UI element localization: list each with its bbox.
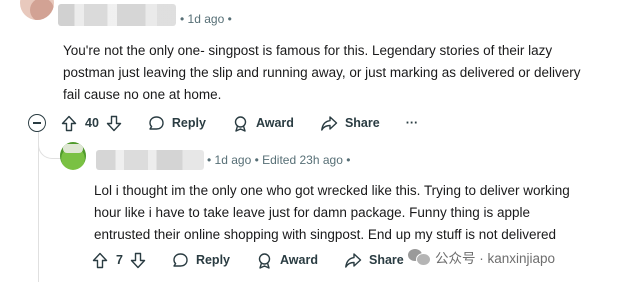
reply-label: Reply — [195, 253, 230, 267]
minus-icon — [33, 122, 41, 124]
reply-line: hour like i have to take leave just for … — [94, 205, 531, 220]
avatar[interactable] — [20, 0, 54, 20]
comment-meta: • 1d ago • — [180, 12, 232, 26]
blurred-username[interactable] — [96, 150, 204, 170]
collapse-thread-button[interactable] — [28, 114, 46, 132]
reply-label: Reply — [171, 116, 206, 130]
award-icon — [258, 252, 271, 269]
comment-line: fail cause no one at home. — [63, 87, 222, 102]
share-button[interactable]: Share — [344, 252, 404, 269]
vote-count: 7 — [116, 253, 123, 267]
reply-meta: • 1d ago • Edited 23h ago • — [207, 153, 351, 167]
wechat-icon — [408, 248, 431, 266]
comment-body: You're not the only one- singpost is fam… — [63, 40, 581, 106]
comment-time: 1d ago — [187, 12, 225, 26]
upvote-arrow-icon — [61, 115, 77, 131]
reply-time: 1d ago — [214, 153, 252, 167]
upvote-button[interactable] — [61, 115, 77, 132]
award-label: Award — [280, 253, 318, 267]
thread-connector — [38, 132, 61, 159]
share-button[interactable]: Share — [320, 115, 380, 132]
reply-button[interactable]: Reply — [172, 252, 230, 269]
award-label: Award — [255, 116, 294, 130]
award-icon — [234, 115, 247, 132]
comment-line: You're not the only one- singpost is fam… — [63, 43, 553, 58]
blurred-username[interactable] — [58, 4, 176, 26]
reply-body: Lol i thought im the only one who got wr… — [94, 180, 570, 246]
share-arrow-icon — [345, 252, 362, 268]
reply-button[interactable]: Reply — [148, 115, 206, 132]
more-options-button[interactable]: ··· — [406, 116, 419, 130]
upvote-button[interactable] — [92, 252, 108, 269]
avatar[interactable] — [60, 142, 86, 170]
comment-bubble-icon — [149, 115, 164, 130]
award-button[interactable]: Award — [256, 252, 318, 269]
upvote-arrow-icon — [92, 252, 108, 268]
comment-action-bar: 40 Reply Award Share ··· — [28, 111, 418, 135]
edited-label: Edited 23h ago — [262, 153, 343, 167]
downvote-button[interactable] — [130, 252, 146, 269]
award-button[interactable]: Award — [232, 115, 294, 132]
vote-count: 40 — [85, 116, 99, 130]
reply-action-bar: 7 Reply Award Share — [92, 248, 404, 272]
reply-line: Lol i thought im the only one who got wr… — [94, 183, 570, 198]
downvote-button[interactable] — [106, 115, 122, 132]
comment-bubble-icon — [173, 252, 188, 267]
reply-line: entrusted their online shopping with sin… — [94, 227, 557, 242]
share-label: Share — [344, 116, 380, 130]
watermark-text: 公众号 · kanxinjiapo — [435, 251, 556, 266]
downvote-arrow-icon — [106, 115, 122, 131]
share-arrow-icon — [321, 115, 338, 131]
thread-line[interactable] — [38, 133, 39, 282]
comment-line: postman just leaving the slip and runnin… — [63, 65, 581, 80]
watermark: 公众号 · kanxinjiapo — [408, 247, 555, 267]
share-label: Share — [368, 253, 404, 267]
downvote-arrow-icon — [130, 252, 146, 268]
